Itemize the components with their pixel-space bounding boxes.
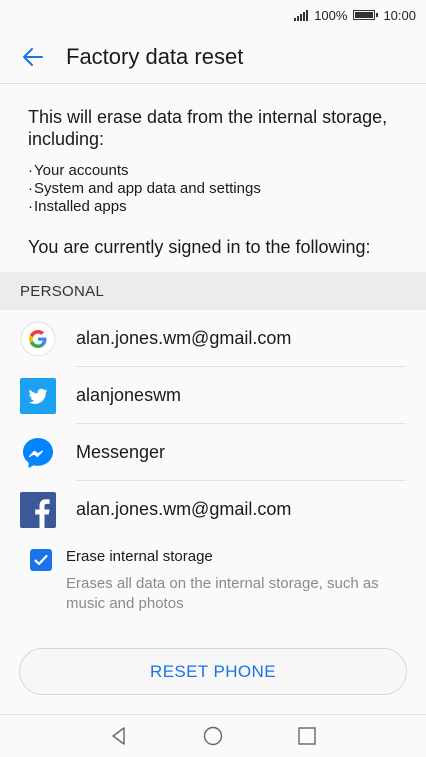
account-facebook: alan.jones.wm@gmail.com — [0, 481, 426, 538]
navigation-bar — [0, 714, 426, 757]
checkmark-icon — [34, 554, 48, 566]
account-google: alan.jones.wm@gmail.com — [0, 310, 426, 367]
section-header-personal: PERSONAL — [0, 272, 426, 310]
twitter-icon — [20, 377, 56, 414]
option-text: Erase internal storage Erases all data o… — [66, 548, 396, 614]
account-name: alan.jones.wm@gmail.com — [76, 499, 292, 519]
description-block: This will erase data from the internal s… — [0, 84, 426, 258]
battery-percentage: 100% — [314, 7, 348, 23]
account-messenger: Messenger — [0, 424, 426, 481]
reset-phone-button[interactable]: RESET PHONE — [19, 648, 407, 695]
facebook-icon — [20, 491, 56, 528]
page-title: Factory data reset — [66, 43, 244, 69]
signed-in-text: You are currently signed in to the follo… — [28, 237, 371, 257]
signal-icon — [294, 9, 309, 21]
erase-list: Your accounts System and app data and se… — [28, 162, 398, 216]
erase-list-item: Installed apps — [28, 198, 398, 216]
app-bar: Factory data reset — [0, 30, 426, 84]
back-triangle-icon — [112, 727, 125, 745]
arrow-left-icon — [23, 47, 43, 66]
account-list: alan.jones.wm@gmail.com alanjoneswm Mess… — [0, 310, 426, 538]
home-circle-icon — [203, 726, 223, 746]
back-button[interactable] — [20, 44, 46, 70]
account-name: alanjoneswm — [76, 385, 182, 405]
battery-icon — [353, 10, 379, 20]
account-name: Messenger — [76, 442, 166, 462]
recents-square-icon — [298, 727, 316, 745]
messenger-icon — [20, 435, 56, 471]
google-icon — [20, 321, 56, 357]
clock: 10:00 — [383, 7, 416, 23]
erase-internal-storage-checkbox[interactable] — [30, 549, 52, 571]
account-twitter: alanjoneswm — [0, 367, 426, 424]
option-description: Erases all data on the internal storage,… — [66, 575, 379, 612]
erase-list-item: System and app data and settings — [28, 180, 398, 198]
erase-internal-storage-option[interactable]: Erase internal storage Erases all data o… — [0, 548, 426, 614]
option-title: Erase internal storage — [66, 548, 213, 565]
home-nav-button[interactable] — [201, 724, 225, 748]
intro-text: This will erase data from the internal s… — [28, 107, 388, 149]
back-nav-button[interactable] — [107, 724, 131, 748]
erase-list-item: Your accounts — [28, 162, 398, 180]
status-bar: 100% 10:00 — [0, 0, 426, 30]
recents-nav-button[interactable] — [295, 724, 319, 748]
account-name: alan.jones.wm@gmail.com — [76, 328, 292, 348]
